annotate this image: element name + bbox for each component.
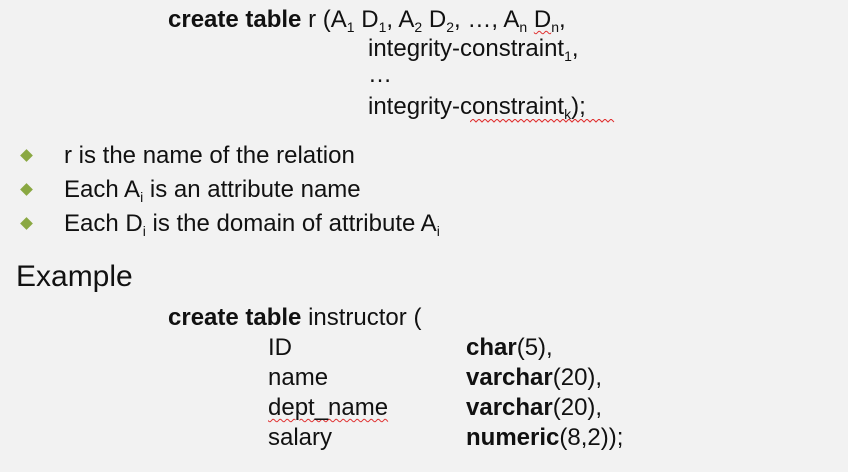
column-type-dept-name: varchar(20), [466, 394, 603, 421]
example-create-table-line: create table instructor ( [168, 304, 422, 331]
column-name-dept-name: dept_name [268, 394, 389, 421]
bullet-item-relation-name: r is the name of the relation [64, 142, 355, 169]
integrity-constraint-k-line: integrity-constraintk); [368, 93, 586, 122]
ellipsis-line: … [368, 61, 392, 88]
diamond-bullet-icon [20, 149, 33, 162]
create-table-keyword: create table [168, 6, 302, 33]
integrity-constraint-1-line: integrity-constraint1, [368, 35, 579, 64]
spellcheck-dn: Dn [533, 6, 559, 35]
example-heading: Example [16, 260, 133, 293]
example-create-table-keyword: create table [168, 304, 302, 331]
spellcheck-squiggle-constraint [470, 119, 615, 123]
column-name-salary: salary [268, 424, 333, 451]
diamond-bullet-icon [20, 183, 33, 196]
diamond-bullet-icon [20, 217, 33, 230]
column-type-id: char(5), [466, 334, 553, 361]
bullet-item-attribute-name: Each Ai is an attribute name [64, 176, 361, 205]
bullet-item-domain: Each Di is the domain of attribute Ai [64, 210, 440, 239]
column-type-name: varchar(20), [466, 364, 603, 391]
column-name-name: name [268, 364, 329, 391]
column-name-id: ID [268, 334, 292, 361]
column-type-salary: numeric(8,2)); [466, 424, 624, 451]
create-table-syntax-line: create table r (A1 D1, A2 D2, …, An Dn, [168, 6, 566, 35]
